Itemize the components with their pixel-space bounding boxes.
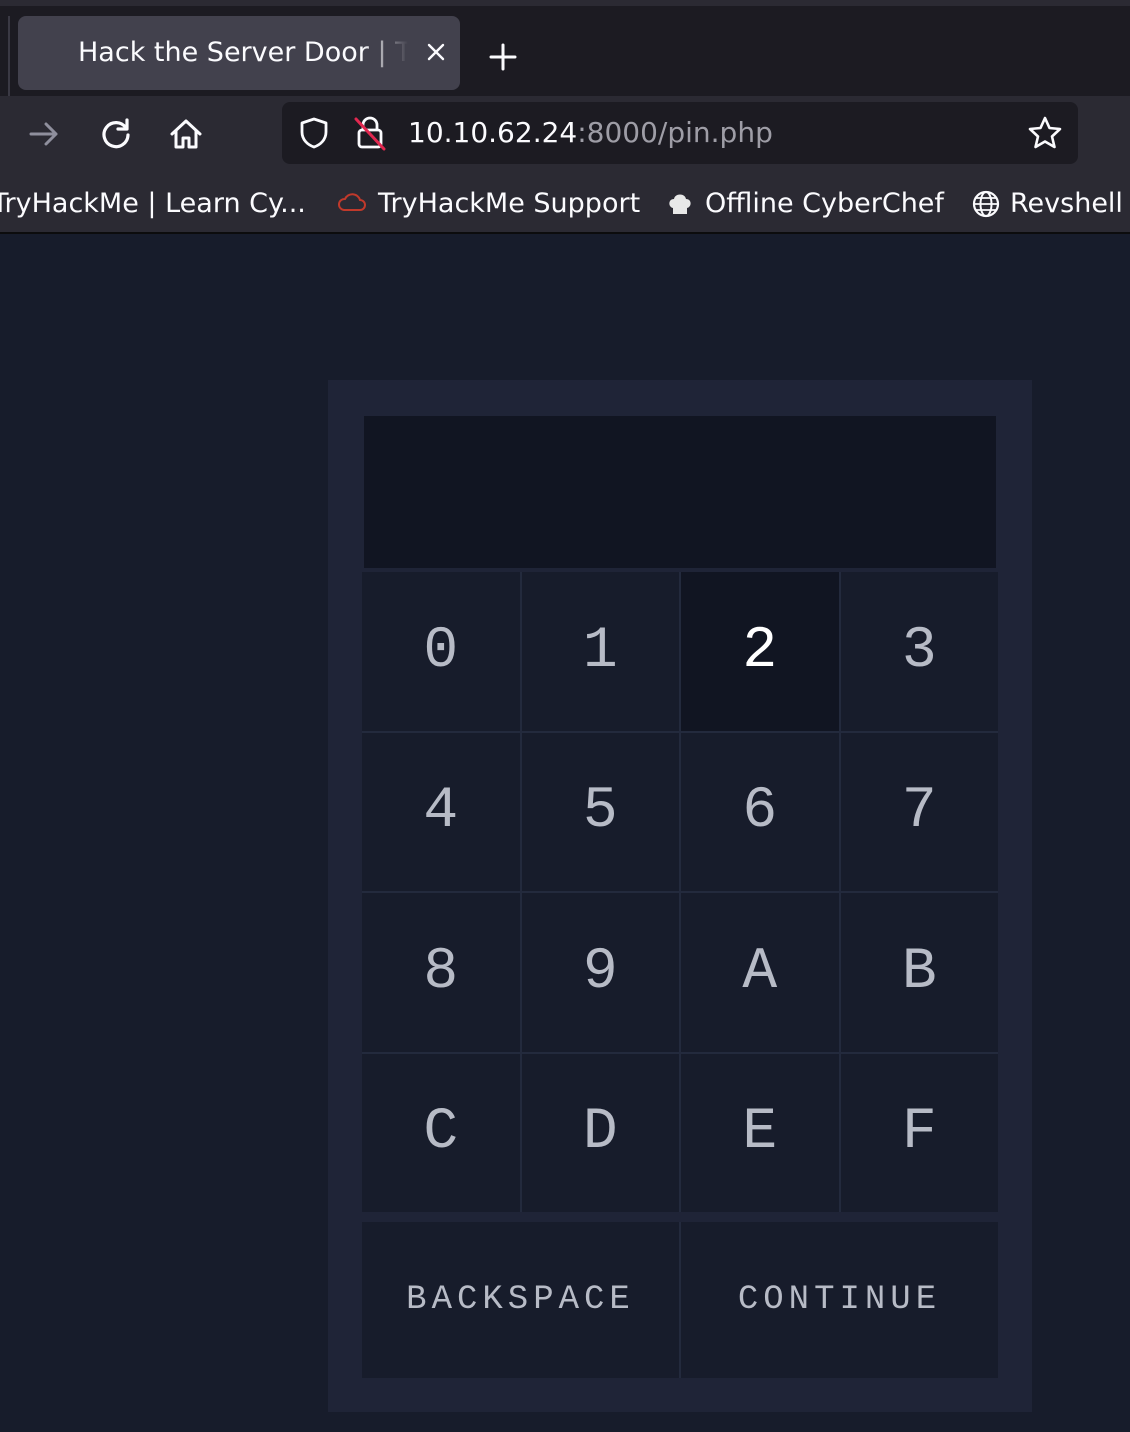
key-8[interactable]: 8 [362, 893, 520, 1052]
bookmark-tryhackme-support[interactable]: TryHackMe Support [378, 176, 640, 232]
key-1[interactable]: 1 [521, 572, 679, 731]
home-icon[interactable] [166, 114, 206, 154]
key-c[interactable]: C [362, 1053, 520, 1212]
backspace-button[interactable]: BACKSPACE [362, 1222, 679, 1378]
active-tab[interactable]: Hack the Server Door | TryHackMe [18, 16, 460, 90]
key-7[interactable]: 7 [840, 732, 998, 891]
key-f[interactable]: F [840, 1053, 998, 1212]
tab-separator [8, 16, 10, 100]
url-path: :8000/pin.php [577, 116, 773, 149]
shield-icon[interactable] [296, 115, 332, 151]
key-3[interactable]: 3 [840, 572, 998, 731]
key-b[interactable]: B [840, 893, 998, 1052]
key-e[interactable]: E [681, 1053, 839, 1212]
bookmark-offline-cyberchef[interactable]: Offline CyberChef [705, 176, 944, 232]
key-6[interactable]: 6 [681, 732, 839, 891]
globe-icon [972, 190, 1000, 218]
continue-button[interactable]: CONTINUE [681, 1222, 998, 1378]
key-d[interactable]: D [521, 1053, 679, 1212]
bookmarks-toolbar: TryHackMe | Learn Cy... TryHackMe Suppor… [0, 176, 1130, 234]
chef-hat-icon [669, 194, 691, 214]
close-icon[interactable] [418, 34, 454, 70]
cloud-icon [338, 193, 366, 211]
key-a[interactable]: A [681, 893, 839, 1052]
key-5[interactable]: 5 [521, 732, 679, 891]
navigation-toolbar: 10.10.62.24:8000/pin.php [0, 96, 1130, 176]
pin-keypad: 0123 4567 89AB CDEF BACKSPACE CONTINUE [328, 380, 1032, 1412]
url-host: 10.10.62.24 [408, 116, 578, 149]
tab-title: Hack the Server Door | TryHackMe [78, 37, 408, 68]
key-0[interactable]: 0 [362, 572, 520, 731]
keypad-actions: BACKSPACE CONTINUE [362, 1222, 998, 1378]
address-bar[interactable]: 10.10.62.24:8000/pin.php [282, 102, 1078, 164]
reload-icon[interactable] [96, 114, 136, 154]
key-9[interactable]: 9 [521, 893, 679, 1052]
star-bookmark-icon[interactable] [1026, 114, 1064, 152]
insecure-lock-icon[interactable] [352, 114, 388, 152]
plus-icon[interactable] [484, 38, 522, 76]
pin-display [364, 416, 996, 568]
key-4[interactable]: 4 [362, 732, 520, 891]
bookmark-tryhackme-learn[interactable]: TryHackMe | Learn Cy... [0, 176, 306, 232]
url-text[interactable]: 10.10.62.24:8000/pin.php [408, 102, 773, 164]
key-grid: 0123 4567 89AB CDEF [362, 572, 998, 1212]
tab-bar: Hack the Server Door | TryHackMe [0, 0, 1130, 100]
key-2[interactable]: 2 [681, 572, 839, 731]
forward-arrow-icon[interactable] [24, 114, 64, 154]
bookmark-revshell[interactable]: Revshell [1010, 176, 1123, 232]
